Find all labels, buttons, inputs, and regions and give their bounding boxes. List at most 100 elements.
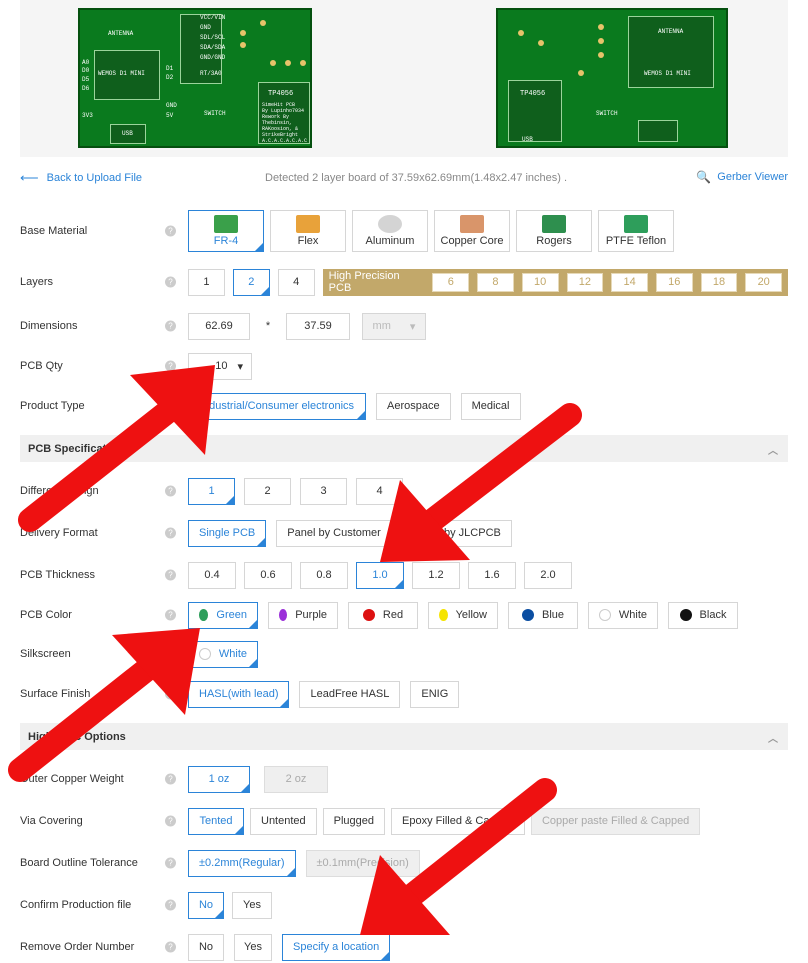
high-spec-options-header[interactable]: High-spec Options ︿ bbox=[20, 723, 788, 750]
layers-14[interactable]: 14 bbox=[611, 272, 648, 292]
color-white[interactable]: White bbox=[588, 601, 658, 629]
material-copper-core[interactable]: Copper Core bbox=[434, 210, 510, 252]
thickness-1-6[interactable]: 1.6 bbox=[468, 561, 516, 589]
confirm-yes[interactable]: Yes bbox=[232, 891, 272, 919]
color-purple[interactable]: Purple bbox=[268, 601, 338, 629]
layers-16[interactable]: 16 bbox=[655, 272, 693, 292]
help-icon[interactable]: ? bbox=[165, 773, 176, 785]
confirm-no[interactable]: No bbox=[188, 891, 224, 919]
copper-1oz[interactable]: 1 oz bbox=[188, 765, 250, 793]
pcb-specifications-header[interactable]: PCB Specifications ︿ bbox=[20, 435, 788, 462]
qty-select[interactable]: 10 ▾ bbox=[188, 352, 252, 380]
aluminum-icon bbox=[378, 215, 402, 233]
thickness-0-6[interactable]: 0.6 bbox=[244, 561, 292, 589]
silkscreen-row: Silkscreen White bbox=[20, 639, 788, 669]
material-aluminum[interactable]: Aluminum bbox=[352, 210, 428, 252]
delivery-panel-by-jlcpcb[interactable]: Panel by JLCPCB bbox=[401, 519, 512, 547]
material-fr4[interactable]: FR-4 bbox=[188, 210, 264, 252]
order-number-yes[interactable]: Yes bbox=[234, 933, 272, 961]
design-4[interactable]: 4 bbox=[356, 477, 403, 505]
height-input[interactable]: 37.59 bbox=[286, 312, 350, 340]
qty-row: PCB Qty ? 10 ▾ bbox=[20, 351, 788, 381]
product-type-medical[interactable]: Medical bbox=[460, 392, 521, 420]
material-rogers[interactable]: Rogers bbox=[516, 210, 592, 252]
thickness-1-0[interactable]: 1.0 bbox=[356, 561, 404, 589]
order-number-specify-location[interactable]: Specify a location bbox=[282, 933, 391, 961]
help-icon[interactable]: ? bbox=[165, 688, 176, 700]
design-1[interactable]: 1 bbox=[188, 477, 235, 505]
thickness-0-4[interactable]: 0.4 bbox=[188, 561, 236, 589]
delivery-format-row: Delivery Format ? Single PCB Panel by Cu… bbox=[20, 518, 788, 548]
material-flex[interactable]: Flex bbox=[270, 210, 346, 252]
via-copper-paste[interactable]: Copper paste Filled & Capped bbox=[530, 807, 701, 835]
high-precision-pcb-group: High Precision PCB 6 8 10 12 14 16 18 20 bbox=[322, 268, 788, 296]
color-red[interactable]: Red bbox=[348, 601, 418, 629]
thickness-1-2[interactable]: 1.2 bbox=[412, 561, 460, 589]
surface-hasl-lead[interactable]: HASL(with lead) bbox=[188, 680, 290, 708]
layers-1[interactable]: 1 bbox=[188, 268, 225, 296]
tolerance-regular[interactable]: ±0.2mm(Regular) bbox=[188, 849, 296, 877]
layers-18[interactable]: 18 bbox=[700, 272, 738, 292]
help-icon[interactable]: ? bbox=[165, 527, 176, 539]
help-icon[interactable]: ? bbox=[165, 815, 176, 827]
help-icon[interactable]: ? bbox=[165, 276, 176, 288]
via-tented[interactable]: Tented bbox=[188, 807, 244, 835]
black-dot-icon bbox=[679, 609, 692, 621]
color-yellow[interactable]: Yellow bbox=[428, 601, 498, 629]
arrow-left-icon: ⟵ bbox=[20, 170, 39, 185]
order-number-no[interactable]: No bbox=[188, 933, 224, 961]
via-plugged[interactable]: Plugged bbox=[322, 807, 386, 835]
help-icon[interactable]: ? bbox=[165, 941, 176, 953]
arrow-to-thickness bbox=[408, 403, 582, 542]
unit-select[interactable]: mm ▾ bbox=[362, 312, 426, 340]
thickness-2-0[interactable]: 2.0 bbox=[524, 561, 572, 589]
help-icon[interactable]: ? bbox=[165, 320, 176, 332]
layers-6[interactable]: 6 bbox=[432, 272, 470, 292]
surface-leadfree-hasl[interactable]: LeadFree HASL bbox=[299, 680, 401, 708]
rogers-icon bbox=[542, 215, 566, 233]
remove-order-number-row: Remove Order Number ? No Yes Specify a l… bbox=[20, 932, 788, 962]
material-ptfe-teflon[interactable]: PTFE Teflon bbox=[598, 210, 674, 252]
silkscreen-white[interactable]: White bbox=[188, 640, 258, 668]
via-epoxy-filled[interactable]: Epoxy Filled & Capped bbox=[391, 807, 525, 835]
white-dot-icon bbox=[599, 609, 611, 621]
layers-2[interactable]: 2 bbox=[232, 268, 270, 296]
design-3[interactable]: 3 bbox=[300, 477, 347, 505]
tolerance-precision[interactable]: ±0.1mm(Precision) bbox=[305, 849, 420, 877]
gerber-viewer-link[interactable]: 🔍 Gerber Viewer bbox=[696, 170, 788, 184]
color-blue[interactable]: Blue bbox=[508, 601, 578, 629]
help-icon[interactable]: ? bbox=[165, 569, 176, 581]
back-to-upload-link[interactable]: ⟵ Back to Upload File bbox=[20, 170, 142, 186]
delivery-single-pcb[interactable]: Single PCB bbox=[188, 519, 267, 547]
delivery-panel-by-customer[interactable]: Panel by Customer bbox=[276, 519, 392, 547]
width-input[interactable]: 62.69 bbox=[188, 312, 250, 340]
help-icon[interactable]: ? bbox=[165, 225, 176, 237]
surface-enig[interactable]: ENIG bbox=[410, 680, 460, 708]
layers-12[interactable]: 12 bbox=[566, 272, 604, 292]
arrow-to-color bbox=[8, 643, 177, 782]
color-black[interactable]: Black bbox=[668, 601, 738, 629]
via-untented[interactable]: Untented bbox=[250, 807, 317, 835]
product-type-aerospace[interactable]: Aerospace bbox=[376, 392, 451, 420]
chevron-down-icon: ▾ bbox=[409, 320, 416, 333]
copper-2oz[interactable]: 2 oz bbox=[264, 765, 328, 793]
product-type-industrial[interactable]: Industrial/Consumer electronics bbox=[188, 392, 366, 420]
pcb-front-image: ANTENNA WEMOS D1 MINI A0 D0 D5 D6 3V3 D1… bbox=[78, 8, 312, 148]
layers-20[interactable]: 20 bbox=[745, 272, 783, 292]
help-icon[interactable]: ? bbox=[165, 400, 176, 412]
help-icon[interactable]: ? bbox=[165, 609, 176, 621]
thickness-0-8[interactable]: 0.8 bbox=[300, 561, 348, 589]
layers-10[interactable]: 10 bbox=[521, 272, 559, 292]
color-green[interactable]: Green bbox=[188, 601, 258, 629]
help-icon[interactable]: ? bbox=[165, 857, 176, 869]
purple-dot-icon bbox=[279, 609, 288, 621]
design-2[interactable]: 2 bbox=[244, 477, 291, 505]
pcb-back-image: ANTENNA WEMOS D1 MINI TP4056 SWITCH USB bbox=[496, 8, 728, 148]
blue-dot-icon bbox=[521, 609, 534, 621]
help-icon[interactable]: ? bbox=[165, 360, 176, 372]
fr4-icon bbox=[214, 215, 238, 233]
help-icon[interactable]: ? bbox=[165, 485, 176, 497]
layers-4[interactable]: 4 bbox=[277, 268, 315, 296]
layers-8[interactable]: 8 bbox=[477, 272, 514, 292]
help-icon[interactable]: ? bbox=[165, 899, 176, 911]
